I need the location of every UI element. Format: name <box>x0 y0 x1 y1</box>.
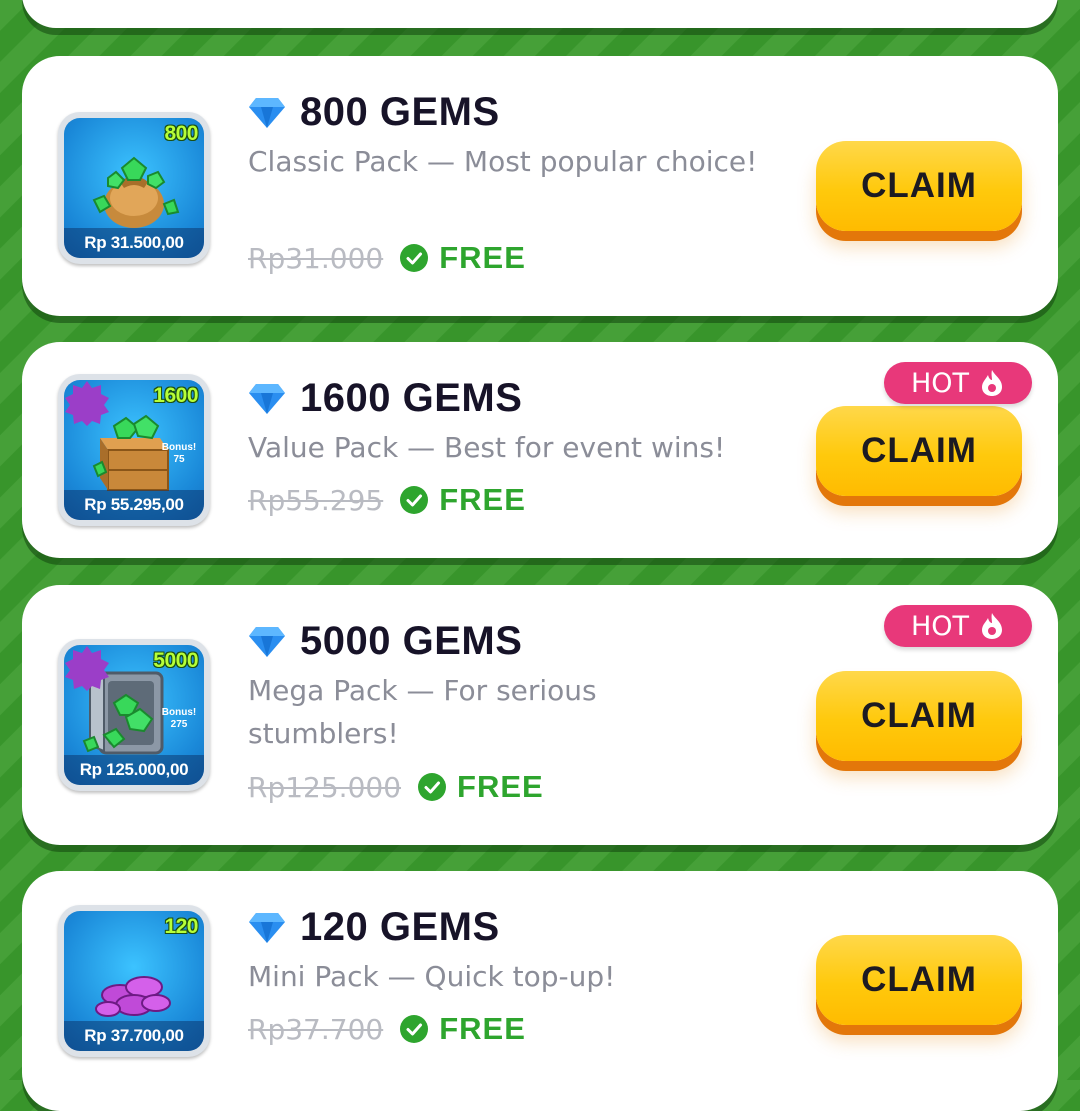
flame-icon <box>982 370 1003 396</box>
thumbnail-price: Rp 55.295,00 <box>64 490 204 520</box>
check-circle-icon <box>400 1015 429 1043</box>
offer-card-partial <box>22 0 1058 28</box>
bonus-label: Bonus! 275 <box>161 707 197 730</box>
thumbnail-gem-count: 120 <box>164 915 198 938</box>
free-label: FREE <box>439 1011 526 1046</box>
price-row: Rp125.000 FREE <box>248 769 544 805</box>
hot-badge: HOT <box>884 605 1032 647</box>
hot-badge: HOT <box>884 362 1032 404</box>
offer-description: Value Pack — Best for event wins! <box>248 431 726 464</box>
thumbnail-price: Rp 37.700,00 <box>64 1021 204 1051</box>
offer-title-row: 120 GEMS <box>248 905 500 950</box>
claim-button[interactable]: CLAIM <box>816 671 1022 761</box>
bonus-starburst-icon <box>65 381 109 426</box>
price-row: Rp37.700 FREE <box>248 1011 526 1047</box>
pack-thumbnail: 120 Rp 37.700,00 <box>58 905 210 1057</box>
free-label: FREE <box>457 769 544 804</box>
offer-card: 800 Rp 31.500,00 800 GEMS Classic Pack —… <box>22 56 1058 316</box>
offer-description: Classic Pack — Most popular choice! <box>248 145 758 178</box>
free-label: FREE <box>439 240 526 275</box>
offer-description: Mini Pack — Quick top-up! <box>248 960 616 993</box>
pack-thumbnail: Bonus! 275 5000 Rp 125.000,00 <box>58 639 210 791</box>
original-price: Rp125.000 <box>248 770 402 804</box>
original-price: Rp31.000 <box>248 241 384 275</box>
original-price: Rp37.700 <box>248 1012 384 1046</box>
diamond-icon <box>249 626 285 657</box>
offer-title-row: 1600 GEMS <box>248 376 522 421</box>
offer-title-row: 800 GEMS <box>248 90 500 135</box>
offer-card: 120 Rp 37.700,00 120 GEMS Mini Pack — Qu… <box>22 871 1058 1111</box>
offer-title-row: 5000 GEMS <box>248 619 522 664</box>
bonus-label: Bonus! 75 <box>161 442 197 465</box>
offer-card: Bonus! 75 1600 Rp 55.295,00 1600 GEMS Va… <box>22 342 1058 558</box>
free-label: FREE <box>439 482 526 517</box>
offer-title: 120 GEMS <box>300 905 500 949</box>
thumbnail-gem-count: 800 <box>164 122 198 145</box>
pack-thumbnail: Bonus! 75 1600 Rp 55.295,00 <box>58 374 210 526</box>
diamond-icon <box>249 383 285 414</box>
check-circle-icon <box>400 486 429 514</box>
bonus-starburst-icon <box>65 646 109 691</box>
claim-button[interactable]: CLAIM <box>816 935 1022 1025</box>
check-circle-icon <box>400 244 429 272</box>
thumbnail-price: Rp 31.500,00 <box>64 228 204 258</box>
thumbnail-gem-count: 1600 <box>153 384 198 407</box>
pack-thumbnail: 800 Rp 31.500,00 <box>58 112 210 264</box>
offer-title: 1600 GEMS <box>300 376 523 420</box>
offer-card: Bonus! 275 5000 Rp 125.000,00 5000 GEMS … <box>22 585 1058 845</box>
diamond-icon <box>249 97 285 128</box>
check-circle-icon <box>418 773 447 801</box>
diamond-icon <box>249 912 285 943</box>
claim-button[interactable]: CLAIM <box>816 141 1022 231</box>
thumbnail-price: Rp 125.000,00 <box>64 755 204 785</box>
thumbnail-gem-count: 5000 <box>153 649 198 672</box>
claim-button[interactable]: CLAIM <box>816 406 1022 496</box>
offer-title: 800 GEMS <box>300 90 500 134</box>
original-price: Rp55.295 <box>248 483 384 517</box>
offer-description: Mega Pack — For serious stumblers! <box>248 674 597 750</box>
price-row: Rp31.000 FREE <box>248 240 526 276</box>
offer-title: 5000 GEMS <box>300 619 523 663</box>
flame-icon <box>982 613 1003 639</box>
price-row: Rp55.295 FREE <box>248 482 526 518</box>
